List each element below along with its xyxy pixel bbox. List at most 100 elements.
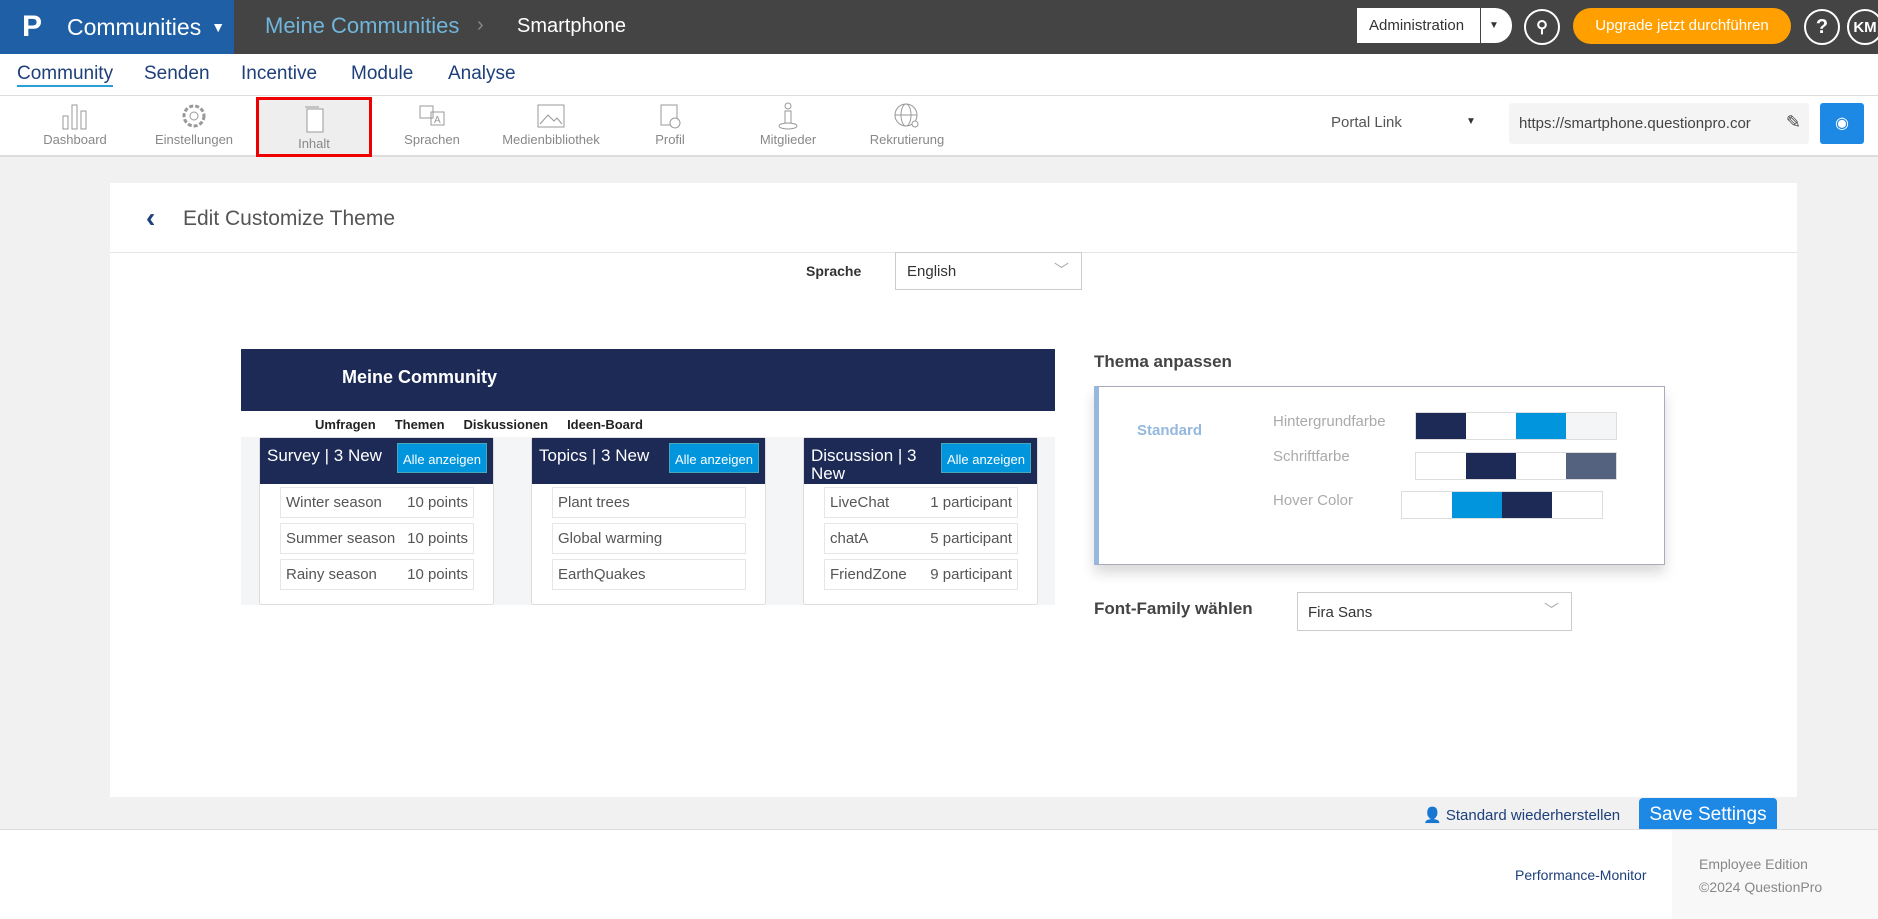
preview-nav-item: Ideen-Board bbox=[567, 417, 643, 432]
toolbar-label: Dashboard bbox=[43, 132, 107, 147]
color-swatch[interactable] bbox=[1502, 492, 1552, 518]
caret-down-icon[interactable]: ▼ bbox=[1466, 116, 1476, 127]
color-swatch[interactable] bbox=[1552, 492, 1602, 518]
person-icon bbox=[778, 102, 798, 130]
color-swatch[interactable] bbox=[1452, 492, 1502, 518]
row-value: 5 participant bbox=[930, 530, 1012, 547]
font-family-select[interactable]: Fira Sans ﹀ bbox=[1297, 592, 1572, 631]
preview-row: Plant trees bbox=[552, 487, 746, 518]
preview-nav-item: Umfragen bbox=[315, 417, 376, 432]
color-swatch[interactable] bbox=[1516, 453, 1566, 479]
color-swatch[interactable] bbox=[1566, 413, 1616, 439]
preview-row: chatA 5 participant bbox=[824, 523, 1018, 554]
row-value: 9 participant bbox=[930, 566, 1012, 583]
administration-dropdown[interactable]: Administration ▼ bbox=[1357, 8, 1512, 43]
preview-row: Rainy season 10 points bbox=[280, 559, 474, 590]
row-value: 10 points bbox=[407, 566, 468, 583]
language-label: Sprache bbox=[806, 263, 862, 279]
toolbar-medienbibliothek[interactable]: Medienbibliothek bbox=[493, 98, 609, 154]
preview-row: Global warming bbox=[552, 523, 746, 554]
row-title: EarthQuakes bbox=[558, 566, 646, 583]
language-select[interactable]: English ﹀ bbox=[895, 252, 1082, 290]
color-swatch[interactable] bbox=[1466, 453, 1516, 479]
color-swatch[interactable] bbox=[1416, 453, 1466, 479]
search-icon: ⚲ bbox=[1536, 19, 1548, 36]
upgrade-button[interactable]: Upgrade jetzt durchführen bbox=[1573, 8, 1791, 44]
main-nav: Community Senden Incentive Module Analys… bbox=[0, 54, 1878, 96]
eye-icon: ◉ bbox=[1835, 115, 1849, 132]
row-title: Plant trees bbox=[558, 494, 630, 511]
tab-senden[interactable]: Senden bbox=[144, 63, 210, 85]
hover-color-swatches[interactable] bbox=[1401, 491, 1603, 519]
preview-row: LiveChat 1 participant bbox=[824, 487, 1018, 518]
font-family-value: Fira Sans bbox=[1308, 604, 1373, 621]
row-title: LiveChat bbox=[830, 494, 890, 511]
row-title: Summer season bbox=[286, 530, 396, 547]
language-value: English bbox=[907, 263, 957, 280]
view-all-button[interactable]: Alle anzeigen bbox=[668, 443, 759, 473]
app-name: Communities bbox=[67, 13, 202, 40]
row-title: chatA bbox=[830, 530, 869, 547]
back-icon[interactable]: ‹ bbox=[146, 202, 155, 234]
row-value: 10 points bbox=[407, 530, 468, 547]
preview-eye-button[interactable]: ◉ bbox=[1820, 103, 1864, 144]
preview-row: Summer season 10 points bbox=[280, 523, 474, 554]
toolbar-label: Medienbibliothek bbox=[502, 132, 600, 147]
preview-card-title: Topics | 3 New bbox=[539, 446, 650, 465]
toolbar-inhalt[interactable]: Inhalt bbox=[256, 97, 372, 157]
color-swatch[interactable] bbox=[1402, 492, 1452, 518]
view-all-button[interactable]: Alle anzeigen bbox=[396, 443, 487, 473]
toolbar-label: Inhalt bbox=[298, 136, 330, 151]
caret-down-icon: ▼ bbox=[1489, 20, 1499, 31]
preview-row: Winter season 10 points bbox=[280, 487, 474, 518]
document-icon bbox=[305, 106, 324, 133]
tab-community[interactable]: Community bbox=[17, 63, 114, 87]
reset-defaults-link[interactable]: 👤 Standard wiederherstellen bbox=[1423, 806, 1620, 824]
color-swatch[interactable] bbox=[1566, 453, 1616, 479]
toolbar-profil[interactable]: Profil bbox=[612, 98, 728, 154]
toolbar-mitglieder[interactable]: Mitglieder bbox=[730, 98, 846, 154]
app-switcher[interactable]: P Communities ▼ bbox=[0, 0, 234, 54]
row-title: Winter season bbox=[286, 494, 382, 511]
breadcrumb-parent[interactable]: Meine Communities bbox=[265, 13, 459, 39]
preview-nav: Umfragen Themen Diskussionen Ideen-Board bbox=[315, 417, 643, 432]
color-swatch[interactable] bbox=[1466, 413, 1516, 439]
preview-row: EarthQuakes bbox=[552, 559, 746, 590]
search-button[interactable]: ⚲ bbox=[1524, 9, 1560, 45]
toolbar-dashboard[interactable]: Dashboard bbox=[17, 98, 133, 154]
toolbar-sprachen[interactable]: A Sprachen bbox=[374, 98, 490, 154]
tab-analyse[interactable]: Analyse bbox=[448, 63, 516, 85]
image-icon bbox=[537, 104, 565, 128]
row-value: 1 participant bbox=[930, 494, 1012, 511]
top-bar: P Communities ▼ Meine Communities › Smar… bbox=[0, 0, 1878, 54]
svg-text:A: A bbox=[434, 115, 441, 126]
view-all-button[interactable]: Alle anzeigen bbox=[940, 443, 1031, 473]
tab-module[interactable]: Module bbox=[351, 63, 413, 85]
reset-label: Standard wiederherstellen bbox=[1445, 807, 1621, 824]
portal-link-dropdown[interactable]: Portal Link bbox=[1331, 114, 1402, 131]
color-swatch[interactable] bbox=[1516, 413, 1566, 439]
bar-chart-icon bbox=[62, 104, 87, 130]
font-color-swatches[interactable] bbox=[1415, 452, 1617, 480]
toolbar-rekrutierung[interactable]: Rekrutierung bbox=[849, 98, 965, 154]
portal-url: https://smartphone.questionpro.cor bbox=[1519, 115, 1751, 132]
font-family-label: Font-Family wählen bbox=[1094, 599, 1253, 618]
avatar[interactable]: KM bbox=[1847, 9, 1878, 45]
portal-url-field[interactable]: https://smartphone.questionpro.cor ✎ bbox=[1509, 103, 1809, 144]
profile-icon bbox=[660, 104, 681, 129]
toolbar-einstellungen[interactable]: Einstellungen bbox=[136, 98, 252, 154]
sub-toolbar: Dashboard Einstellungen Inhalt A Sprachen… bbox=[0, 96, 1878, 157]
help-button[interactable]: ? bbox=[1804, 9, 1840, 45]
chevron-right-icon: › bbox=[477, 14, 484, 36]
toolbar-label: Mitglieder bbox=[759, 132, 817, 147]
tab-incentive[interactable]: Incentive bbox=[241, 63, 317, 85]
preview-nav-item: Themen bbox=[394, 417, 445, 432]
bg-color-swatches[interactable] bbox=[1415, 412, 1617, 440]
toolbar-label: Profil bbox=[655, 132, 685, 147]
preview-card: Survey | 3 New Alle anzeigen Winter season… bbox=[259, 437, 494, 605]
preview-row: FriendZone 9 participant bbox=[824, 559, 1018, 590]
save-settings-button[interactable]: Save Settings bbox=[1639, 798, 1777, 829]
performance-monitor-link[interactable]: Performance-Monitor bbox=[1515, 867, 1647, 883]
color-swatch[interactable] bbox=[1416, 413, 1466, 439]
pencil-icon[interactable]: ✎ bbox=[1786, 112, 1801, 133]
